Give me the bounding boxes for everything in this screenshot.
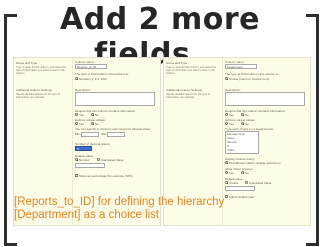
default-value-input[interactable] [75, 163, 105, 168]
additional-settings-description: Specify detailed options for the type of… [16, 93, 60, 100]
default-calculated-label: Calculated Value [249, 181, 272, 185]
require-label: Require that this column contains inform… [75, 109, 136, 113]
max-input[interactable] [107, 132, 125, 137]
additional-settings-description: Specify detailed options for the type of… [166, 93, 210, 100]
fillin-yes-label: Yes [229, 171, 234, 175]
fillin-yes-radio[interactable] [225, 171, 228, 174]
unique-yes-radio[interactable] [75, 122, 78, 125]
require-yes-radio[interactable] [225, 113, 228, 116]
require-no-radio[interactable] [91, 113, 94, 116]
default-choice-label: Choice [229, 181, 239, 185]
unique-yes-radio[interactable] [225, 122, 228, 125]
name-and-type-heading: Name and Type [166, 61, 188, 65]
default-calculated-label: Calculated Value [101, 158, 124, 162]
percentage-checkbox[interactable] [75, 174, 78, 177]
require-label: Require that this column contains inform… [225, 109, 286, 113]
require-yes-label: Yes [79, 113, 84, 117]
name-and-type-description: Type a name for this column, and select … [16, 66, 67, 76]
fillin-no-label: No [245, 171, 249, 175]
type-radio[interactable] [225, 77, 228, 80]
name-and-type-description: Type a name for this column, and select … [166, 66, 217, 76]
additional-settings-heading: Additional Column Settings [16, 88, 53, 92]
decimals-select[interactable]: 0 [75, 146, 92, 151]
unique-no-label: No [245, 122, 249, 126]
unique-yes-label: Yes [79, 122, 84, 126]
choice-line: Office [227, 148, 235, 152]
column-name-value: Department [227, 65, 243, 69]
unique-no-radio[interactable] [91, 122, 94, 125]
type-label: The type of information in this column i… [225, 72, 279, 76]
column-name-value: Reports_to_ID [77, 65, 97, 69]
default-value-input[interactable] [225, 186, 255, 191]
default-number-radio[interactable] [75, 158, 78, 161]
description-textarea[interactable] [225, 92, 305, 106]
name-and-type-heading: Name and Type [16, 61, 38, 65]
default-calculated-radio[interactable] [245, 181, 248, 184]
display-option-label: Checkboxes (allow multiple selections) [229, 161, 281, 165]
require-yes-label: Yes [229, 113, 234, 117]
type-label: The type of information in this column i… [75, 72, 129, 76]
default-choice-radio[interactable] [225, 181, 228, 184]
column-name-input[interactable]: Reports_to_ID [75, 64, 107, 69]
unique-yes-label: Yes [229, 122, 234, 126]
form-fields-column: Column name: Department The type of info… [222, 58, 310, 225]
require-yes-radio[interactable] [75, 113, 78, 116]
decimals-value: 0 [77, 147, 79, 151]
caption-line-1: [Reports_to_ID] for defining the hierarc… [14, 196, 225, 208]
add-to-view-checkbox[interactable] [225, 195, 228, 198]
description-textarea[interactable] [75, 92, 155, 106]
min-label: Min: [75, 132, 81, 136]
type-radio[interactable] [75, 77, 78, 80]
default-calculated-radio[interactable] [97, 158, 100, 161]
default-number-label: Number [79, 158, 90, 162]
type-option-label: Number (1, 1.0, 100) [79, 77, 107, 81]
column-name-input[interactable]: Department [225, 64, 257, 69]
require-no-label: No [245, 113, 249, 117]
unique-no-label: No [95, 122, 99, 126]
caption-line-2: [Department] as a choice list [14, 209, 160, 221]
minmax-label: You can specify a minimum and maximum al… [75, 127, 151, 131]
display-checkboxes-radio[interactable] [225, 161, 228, 164]
require-no-radio[interactable] [241, 113, 244, 116]
unique-no-radio[interactable] [241, 122, 244, 125]
fillin-no-radio[interactable] [241, 171, 244, 174]
percentage-label: Show as percentage (for example, 50%) [79, 174, 133, 178]
additional-settings-heading: Additional Column Settings [166, 88, 203, 92]
min-input[interactable] [81, 132, 99, 137]
type-option-label: Choice (menu to choose from) [229, 77, 270, 81]
add-to-view-label: Add to default view [229, 195, 255, 199]
require-no-label: No [95, 113, 99, 117]
choices-textarea[interactable]: Management Sales Service IT Office [225, 131, 259, 154]
